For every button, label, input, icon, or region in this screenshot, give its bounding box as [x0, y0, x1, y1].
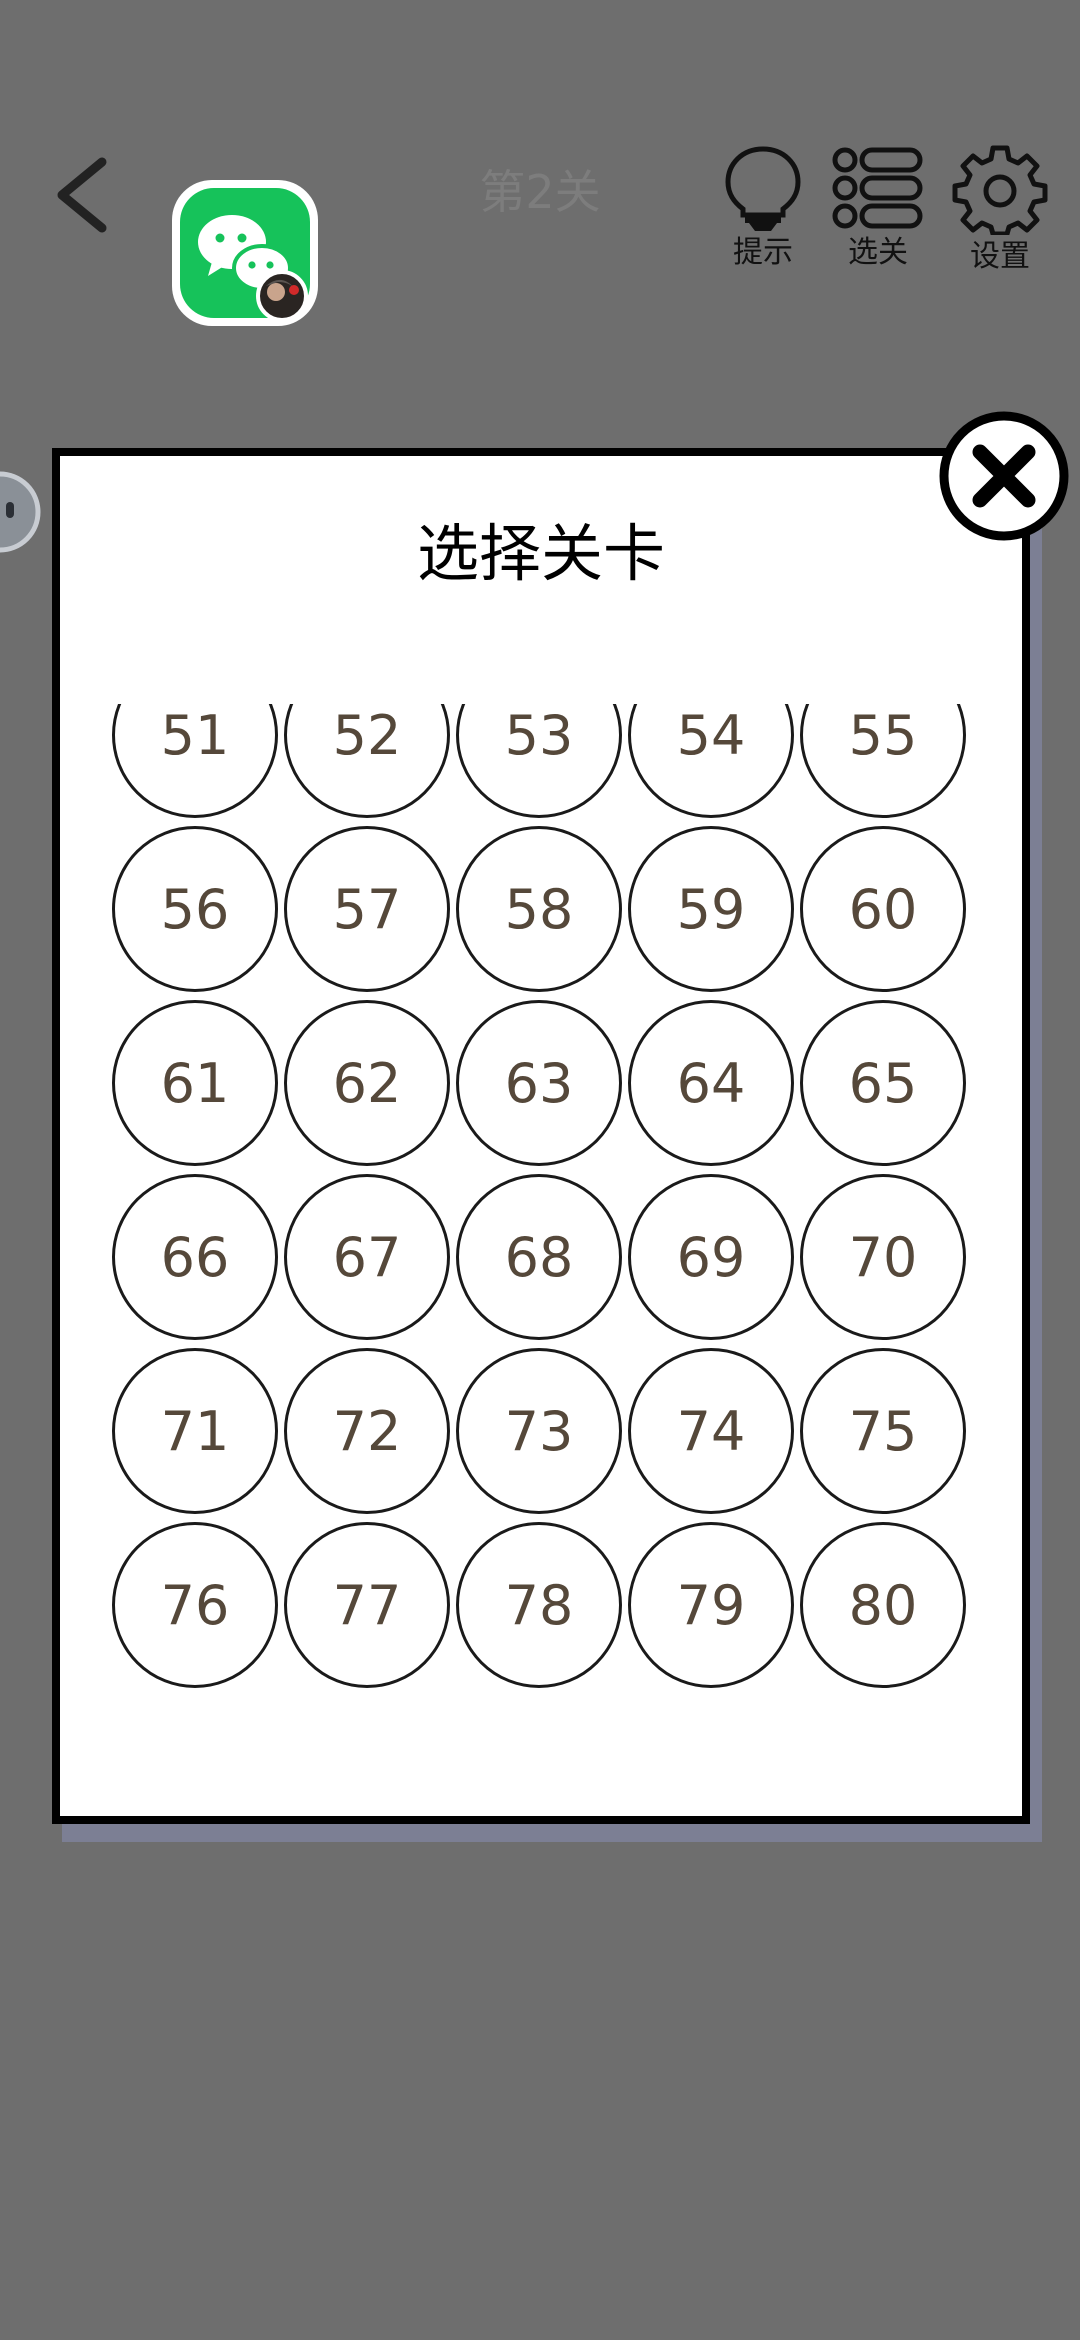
level-select-label: 选关 — [848, 235, 908, 270]
robot-face-icon — [0, 471, 41, 553]
hint-button[interactable]: 提示 — [708, 145, 818, 273]
hint-label: 提示 — [733, 235, 793, 270]
level-button-68[interactable]: 68 — [456, 1174, 622, 1340]
level-button-75[interactable]: 75 — [800, 1348, 966, 1514]
level-button-70[interactable]: 70 — [800, 1174, 966, 1340]
level-button-53[interactable]: 53 — [456, 704, 622, 818]
level-button-55[interactable]: 55 — [800, 704, 966, 818]
level-button-65[interactable]: 65 — [800, 1000, 966, 1166]
level-button-66[interactable]: 66 — [112, 1174, 278, 1340]
level-button-63[interactable]: 63 — [456, 1000, 622, 1166]
level-button-69[interactable]: 69 — [628, 1174, 794, 1340]
settings-button[interactable]: 设置 — [945, 145, 1055, 277]
level-button-56[interactable]: 56 — [112, 826, 278, 992]
level-title: 第2关 — [479, 165, 601, 219]
settings-label: 设置 — [970, 239, 1030, 274]
lightbulb-icon — [725, 146, 801, 231]
close-button[interactable] — [938, 410, 1070, 542]
close-icon — [939, 411, 1069, 541]
level-button-72[interactable]: 72 — [284, 1348, 450, 1514]
level-grid-scroll[interactable]: 51 52 53 54 55 56 57 58 59 60 61 62 63 64 65 66 67 68 69 70… — [112, 704, 992, 1734]
wechat-icon — [172, 180, 318, 326]
level-button-73[interactable]: 73 — [456, 1348, 622, 1514]
gear-icon — [952, 145, 1048, 235]
level-button-76[interactable]: 76 — [112, 1522, 278, 1688]
level-button-71[interactable]: 71 — [112, 1348, 278, 1514]
level-select-dialog: 选择关卡 51 52 53 54 55 56 57 58 59 60 61 62 63 64 65 66 67 6… — [52, 448, 1030, 1824]
level-button-74[interactable]: 74 — [628, 1348, 794, 1514]
wechat-app-icon[interactable] — [170, 178, 320, 328]
level-button-79[interactable]: 79 — [628, 1522, 794, 1688]
level-button-59[interactable]: 59 — [628, 826, 794, 992]
level-button-77[interactable]: 77 — [284, 1522, 450, 1688]
level-button-54[interactable]: 54 — [628, 704, 794, 818]
level-grid: 51 52 53 54 55 56 57 58 59 60 61 62 63 64 65 66 67 68 69 70… — [112, 704, 992, 1688]
level-button-78[interactable]: 78 — [456, 1522, 622, 1688]
level-button-60[interactable]: 60 — [800, 826, 966, 992]
chevron-left-icon — [57, 157, 107, 233]
level-button-64[interactable]: 64 — [628, 1000, 794, 1166]
level-button-51[interactable]: 51 — [112, 704, 278, 818]
side-helper-button[interactable] — [0, 470, 42, 554]
level-button-61[interactable]: 61 — [112, 1000, 278, 1166]
level-button-58[interactable]: 58 — [456, 826, 622, 992]
dialog-title: 选择关卡 — [416, 517, 665, 590]
level-button-67[interactable]: 67 — [284, 1174, 450, 1340]
level-button-80[interactable]: 80 — [800, 1522, 966, 1688]
level-select-button[interactable]: 选关 — [823, 145, 933, 273]
level-button-62[interactable]: 62 — [284, 1000, 450, 1166]
level-button-52[interactable]: 52 — [284, 704, 450, 818]
level-button-57[interactable]: 57 — [284, 826, 450, 992]
level-list-icon — [832, 147, 923, 229]
back-button[interactable] — [40, 150, 130, 240]
